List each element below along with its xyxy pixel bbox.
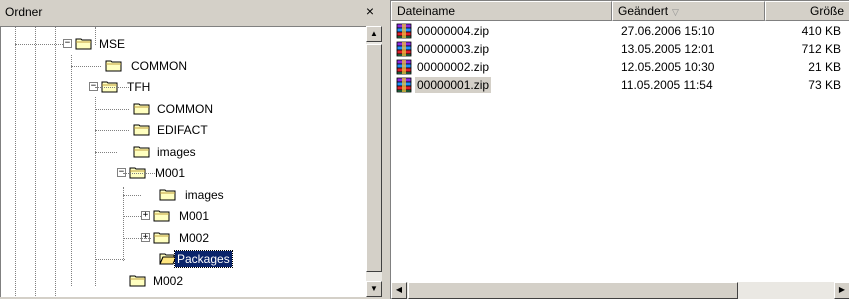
scroll-right-button[interactable]: ▶: [834, 282, 849, 299]
tree-item-label[interactable]: M002: [177, 230, 211, 246]
scroll-up-button[interactable]: ▲: [366, 26, 382, 42]
column-header-name[interactable]: Dateiname: [391, 1, 612, 21]
close-icon[interactable]: ×: [366, 3, 374, 19]
file-name[interactable]: 00000004.zip: [415, 23, 491, 39]
tree-connector-line: [123, 216, 141, 217]
tree-connector-line: [123, 173, 155, 174]
file-row[interactable]: 00000004.zip 27.06.2006 15:10 410 KB: [391, 23, 849, 40]
pane-splitter[interactable]: [382, 0, 390, 299]
file-row[interactable]: 00000003.zip 13.05.2005 12:01 712 KB: [391, 41, 849, 58]
folder-icon: [129, 273, 147, 288]
file-list-horizontal-scrollbar[interactable]: ◀ ▶: [391, 282, 849, 299]
file-name[interactable]: 00000001.zip: [415, 77, 492, 93]
file-row[interactable]: 00000001.zip 11.05.2005 11:54 73 KB: [391, 77, 849, 94]
tree-connector-line: [95, 109, 129, 110]
folder-pane-title: Ordner: [5, 5, 43, 19]
file-row[interactable]: 00000002.zip 12.05.2005 10:30 21 KB: [391, 59, 849, 76]
tree-item-label[interactable]: Packages: [174, 250, 233, 268]
file-list-header: Dateiname Geändert ▽ Größe: [391, 1, 849, 21]
tree-connector-line: [123, 195, 141, 196]
expand-icon[interactable]: +: [141, 211, 150, 220]
folder-icon: [75, 36, 93, 51]
file-size: 410 KB: [801, 24, 841, 38]
sort-descending-icon: ▽: [672, 7, 679, 17]
tree-item[interactable]: + M002: [1, 229, 366, 247]
column-header-size-label: Größe: [809, 4, 844, 18]
tree-connector-line: [15, 44, 63, 45]
tree-item-label[interactable]: images: [155, 144, 198, 160]
tree-connector-line: [95, 87, 129, 88]
folder-pane: Ordner × − MSE COMMON − TFH COMMON EDIFACT imag…: [0, 0, 382, 299]
folder-tree[interactable]: − MSE COMMON − TFH COMMON EDIFACT images − M001 im…: [0, 26, 366, 297]
file-modified: 27.06.2006 15:10: [621, 24, 715, 38]
file-modified: 12.05.2005 10:30: [621, 60, 715, 74]
folder-icon: [133, 101, 151, 116]
scroll-left-button[interactable]: ◀: [391, 282, 407, 299]
tree-item[interactable]: − M001: [1, 164, 366, 182]
winrar-archive-icon: [396, 41, 412, 57]
column-header-modified[interactable]: Geändert ▽: [612, 1, 765, 21]
tree-vertical-scrollbar[interactable]: ▲ ▼: [366, 26, 382, 297]
tree-item[interactable]: EDIFACT: [1, 121, 366, 139]
tree-item-label[interactable]: M001: [177, 208, 211, 224]
tree-item-label[interactable]: COMMON: [155, 101, 215, 117]
folder-icon: [159, 187, 177, 202]
tree-item-label[interactable]: COMMON: [129, 58, 189, 74]
column-header-name-label: Dateiname: [397, 4, 456, 18]
winrar-archive-icon: [396, 59, 412, 75]
tree-item-label[interactable]: M001: [153, 165, 187, 181]
tree-item-label[interactable]: EDIFACT: [155, 122, 210, 138]
tree-item[interactable]: COMMON: [1, 57, 366, 75]
file-list[interactable]: Dateiname Geändert ▽ Größe 00000004.zip 27…: [390, 0, 849, 299]
file-name[interactable]: 00000002.zip: [415, 59, 491, 75]
folder-icon: [133, 144, 151, 159]
tree-connector-line: [71, 66, 101, 67]
file-size: 21 KB: [808, 60, 841, 74]
folder-icon: [105, 58, 123, 73]
tree-item[interactable]: Packages: [1, 250, 366, 268]
tree-item[interactable]: + M001: [1, 207, 366, 225]
tree-item[interactable]: M002: [1, 272, 366, 290]
file-modified: 11.05.2005 11:54: [621, 78, 713, 92]
scroll-thumb[interactable]: [366, 44, 382, 272]
tree-item-label[interactable]: TFH: [125, 79, 152, 95]
tree-item-label[interactable]: MSE: [97, 36, 127, 52]
tree-item[interactable]: images: [1, 143, 366, 161]
tree-item[interactable]: COMMON: [1, 100, 366, 118]
tree-item[interactable]: − TFH: [1, 78, 366, 96]
column-header-modified-label: Geändert: [618, 4, 669, 18]
file-name[interactable]: 00000003.zip: [415, 41, 491, 57]
tree-item-label[interactable]: images: [183, 187, 226, 203]
file-modified: 13.05.2005 12:01: [621, 42, 715, 56]
folder-icon: [133, 122, 151, 137]
collapse-icon[interactable]: −: [63, 39, 72, 48]
tree-item[interactable]: images: [1, 186, 366, 204]
tree-connector-line: [95, 152, 117, 153]
tree-connector-line: [95, 130, 129, 131]
folder-icon: [153, 208, 171, 223]
winrar-archive-icon: [396, 77, 412, 93]
scroll-thumb[interactable]: [408, 282, 738, 299]
tree-item-label[interactable]: M002: [151, 273, 185, 289]
scroll-down-button[interactable]: ▼: [366, 281, 382, 297]
winrar-archive-icon: [396, 23, 412, 39]
file-size: 712 KB: [801, 42, 841, 56]
tree-connector-line: [95, 259, 125, 260]
column-header-size[interactable]: Größe: [765, 1, 849, 21]
folder-pane-header: Ordner ×: [0, 0, 382, 24]
file-size: 73 KB: [808, 78, 841, 92]
tree-connector-line: [123, 238, 151, 239]
folder-icon: [153, 230, 171, 245]
